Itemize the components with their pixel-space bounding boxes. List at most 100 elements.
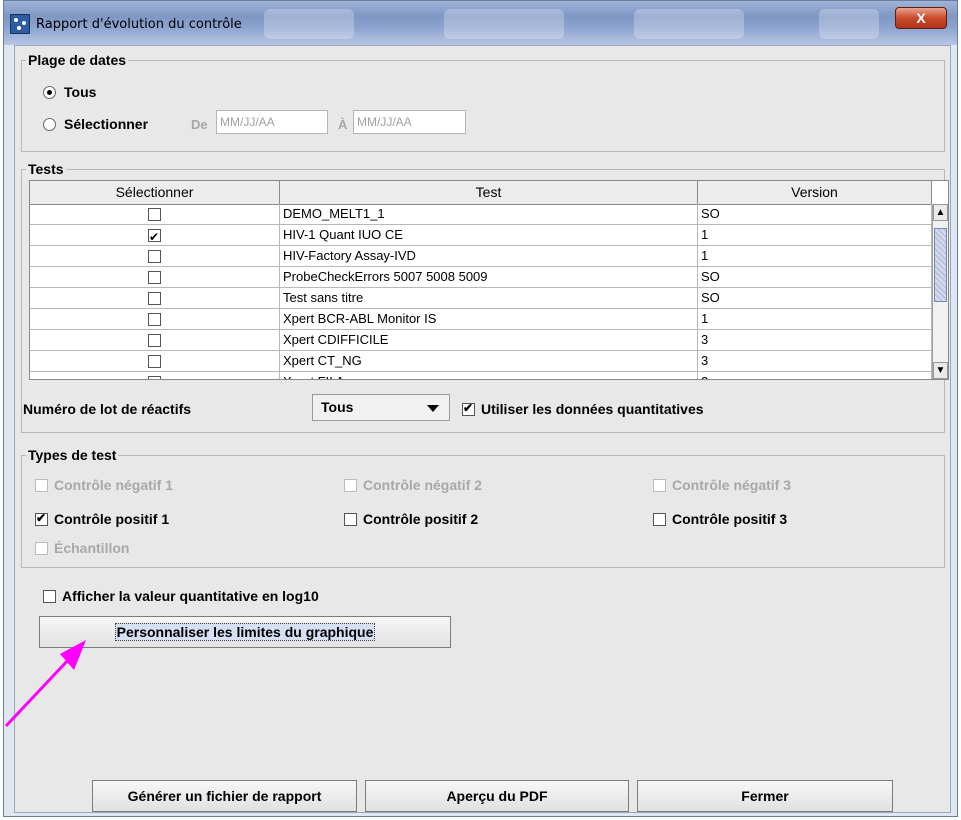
radio-all[interactable]: Tous (43, 84, 96, 100)
row-version-cell[interactable]: SO (698, 204, 932, 225)
date-from-input[interactable]: MM/JJ/AA (216, 110, 328, 134)
table-row[interactable]: DEMO_MELT1_1 SO (30, 204, 932, 225)
row-test-cell[interactable]: Xpert CDIFFICILE (280, 330, 698, 351)
pos-control-1-check[interactable] (35, 511, 48, 526)
row-checkbox[interactable] (148, 291, 161, 305)
tests-table-header: Sélectionner Test Version (30, 181, 932, 205)
column-header-test[interactable]: Test (280, 181, 698, 204)
radio-select[interactable]: Sélectionner (43, 116, 148, 132)
row-checkbox[interactable] (148, 354, 161, 368)
radio-select-indicator[interactable] (43, 117, 56, 131)
customize-limits-label: Personnaliser les limites du graphique (114, 623, 376, 641)
row-version-cell[interactable]: 2 (698, 372, 932, 379)
close-button[interactable]: Fermer (637, 780, 893, 812)
row-select-cell[interactable] (30, 225, 280, 246)
row-select-cell[interactable] (30, 267, 280, 288)
sample-type-check (35, 541, 48, 555)
date-from-label: De (191, 117, 208, 132)
row-test-cell[interactable]: HIV-1 Quant IUO CE (280, 225, 698, 246)
report-window: Rapport d'évolution du contrôle X Plage … (3, 0, 958, 817)
radio-all-indicator[interactable] (43, 85, 56, 99)
row-version-cell[interactable]: 1 (698, 246, 932, 267)
row-checkbox[interactable] (148, 249, 161, 263)
neg-control-1: Contrôle négatif 1 (35, 477, 173, 493)
title-bar[interactable]: Rapport d'évolution du contrôle X (4, 1, 957, 45)
row-select-cell[interactable] (30, 330, 280, 351)
neg-control-1-label: Contrôle négatif 1 (54, 477, 174, 493)
date-to-input[interactable]: MM/JJ/AA (353, 110, 466, 134)
log10-label: Afficher la valeur quantitative en log10 (62, 588, 319, 604)
pos-control-3-label: Contrôle positif 3 (672, 511, 788, 527)
row-test-cell[interactable]: Xpert FII A (280, 372, 698, 379)
tests-title: Tests (26, 161, 66, 177)
row-test-cell[interactable]: HIV-Factory Assay-IVD (280, 246, 698, 267)
date-range-title: Plage de dates (26, 52, 129, 68)
chevron-down-icon[interactable] (427, 405, 439, 412)
pos-control-2[interactable]: Contrôle positif 2 (344, 511, 478, 527)
window-title: Rapport d'évolution du contrôle (36, 17, 242, 32)
neg-control-3-check (653, 478, 666, 492)
pos-control-2-label: Contrôle positif 2 (363, 511, 479, 527)
table-row[interactable]: HIV-1 Quant IUO CE1 (30, 225, 932, 246)
neg-control-2: Contrôle négatif 2 (344, 477, 482, 493)
table-row[interactable]: ProbeCheckErrors 5007 5008 5009 SO (30, 267, 932, 288)
row-test-cell[interactable]: Test sans titre (280, 288, 698, 309)
column-header-version[interactable]: Version (698, 181, 932, 204)
table-row[interactable]: Xpert CT_NG 3 (30, 351, 932, 372)
row-test-cell[interactable]: Xpert CT_NG (280, 351, 698, 372)
row-select-cell[interactable] (30, 288, 280, 309)
tests-table: Sélectionner Test Version DEMO_MELT1_1 SO… (29, 180, 949, 380)
close-icon[interactable]: X (895, 7, 947, 29)
row-version-cell[interactable]: 3 (698, 351, 932, 372)
pdf-preview-button[interactable]: Aperçu du PDF (365, 780, 629, 812)
pos-control-1[interactable]: Contrôle positif 1 (35, 511, 169, 527)
dialog-body: Plage de dates Tous Sélectionner De MM/J… (14, 45, 951, 813)
reagent-lot-label: Numéro de lot de réactifs (23, 401, 192, 417)
use-quant-check[interactable] (462, 401, 475, 416)
row-checkbox[interactable] (148, 312, 161, 326)
row-version-cell[interactable]: SO (698, 267, 932, 288)
row-checkbox[interactable] (148, 207, 161, 221)
radio-select-label: Sélectionner (64, 116, 149, 132)
table-row[interactable]: HIV-Factory Assay-IVD 1 (30, 246, 932, 267)
row-version-cell[interactable]: 1 (698, 309, 932, 330)
row-version-cell[interactable]: SO (698, 288, 932, 309)
log10-checkbox[interactable]: Afficher la valeur quantitative en log10 (43, 588, 319, 604)
pos-control-1-label: Contrôle positif 1 (54, 511, 170, 527)
table-row[interactable]: Xpert CDIFFICILE 3 (30, 330, 932, 351)
use-quant-checkbox[interactable]: Utiliser les données quantitatives (462, 401, 704, 417)
row-version-cell[interactable]: 1 (698, 225, 932, 246)
customize-limits-button[interactable]: Personnaliser les limites du graphique (39, 616, 451, 648)
row-select-cell[interactable] (30, 372, 280, 379)
column-header-select[interactable]: Sélectionner (30, 181, 280, 204)
row-checkbox[interactable] (148, 333, 161, 347)
log10-check[interactable] (43, 589, 56, 603)
row-version-cell[interactable]: 3 (698, 330, 932, 351)
neg-control-3-label: Contrôle négatif 3 (672, 477, 792, 493)
row-select-cell[interactable] (30, 351, 280, 372)
row-test-cell[interactable]: Xpert BCR-ABL Monitor IS (280, 309, 698, 330)
pos-control-3[interactable]: Contrôle positif 3 (653, 511, 787, 527)
row-test-cell[interactable]: DEMO_MELT1_1 (280, 204, 698, 225)
table-row[interactable]: Test sans titre SO (30, 288, 932, 309)
tests-scrollbar[interactable]: ▲ ▼ (932, 204, 948, 379)
scroll-down-icon[interactable]: ▼ (933, 362, 948, 379)
table-row[interactable]: Xpert FII A2 (30, 372, 932, 379)
row-test-cell[interactable]: ProbeCheckErrors 5007 5008 5009 (280, 267, 698, 288)
reagent-lot-select[interactable]: Tous (312, 394, 450, 421)
scroll-up-icon[interactable]: ▲ (933, 204, 948, 221)
row-select-cell[interactable] (30, 309, 280, 330)
row-select-cell[interactable] (30, 204, 280, 225)
pos-control-3-check[interactable] (653, 512, 666, 526)
scroll-thumb[interactable] (934, 228, 947, 302)
row-select-cell[interactable] (30, 246, 280, 267)
neg-control-3: Contrôle négatif 3 (653, 477, 791, 493)
row-checkbox[interactable] (148, 375, 161, 379)
pos-control-2-check[interactable] (344, 512, 357, 526)
row-checkbox[interactable] (148, 227, 161, 245)
date-range-group: Plage de dates (21, 52, 945, 152)
table-row[interactable]: Xpert BCR-ABL Monitor IS 1 (30, 309, 932, 330)
generate-report-button[interactable]: Générer un fichier de rapport (92, 780, 357, 812)
date-to-label: À (338, 117, 348, 132)
row-checkbox[interactable] (148, 270, 161, 284)
